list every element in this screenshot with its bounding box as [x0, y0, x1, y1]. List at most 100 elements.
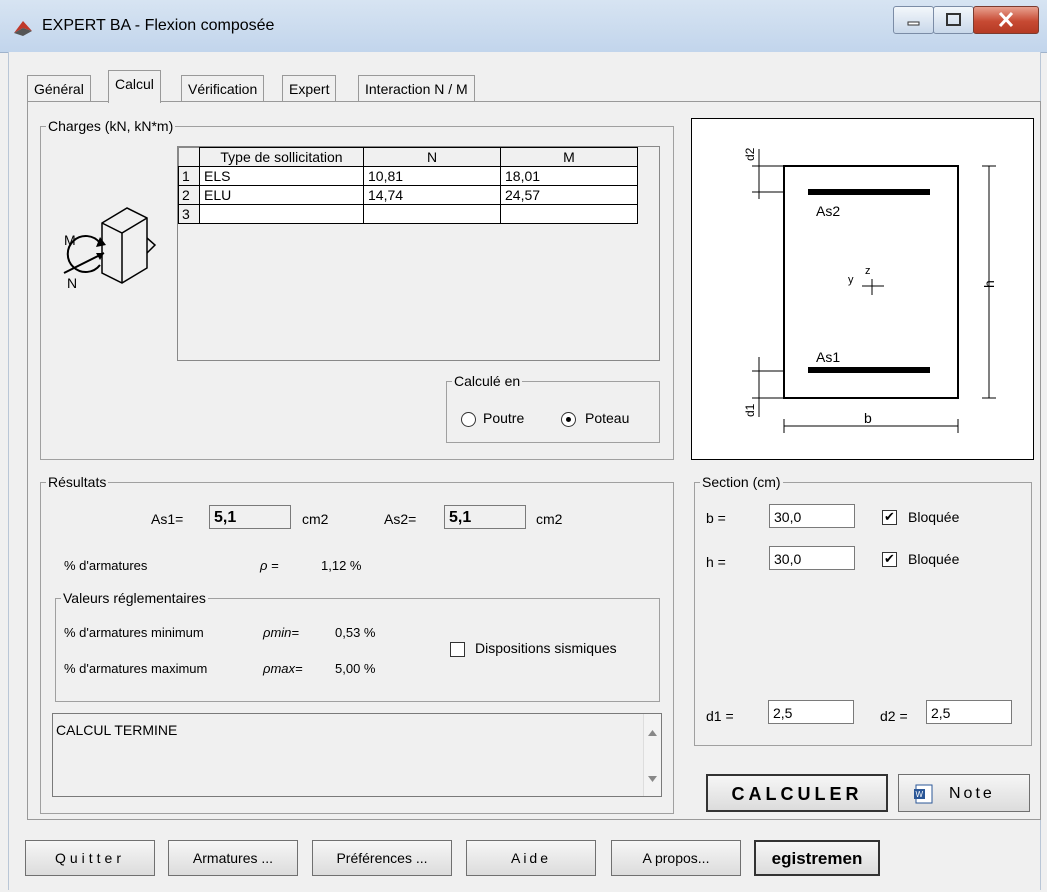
- max-label: % d'armatures maximum: [64, 661, 208, 676]
- as2-result-label: As2=: [384, 511, 417, 527]
- width-label: b: [864, 410, 872, 426]
- aide-button[interactable]: Aide: [466, 840, 596, 876]
- d1-input[interactable]: 2,5: [768, 700, 854, 724]
- table-row[interactable]: 2 ELU 14,74 24,57: [178, 185, 638, 205]
- as1-result-label: As1=: [151, 511, 184, 527]
- charges-grid[interactable]: Type de sollicitation N M 1 ELS 10,81 18…: [177, 146, 660, 361]
- poutre-radio[interactable]: [461, 412, 476, 427]
- tab-label: Calcul: [115, 76, 154, 92]
- tab-label: Vérification: [188, 81, 258, 97]
- b-label: b =: [706, 510, 726, 526]
- preferences-button[interactable]: Préférences ...: [312, 840, 452, 876]
- tab-calcul[interactable]: Calcul: [108, 70, 161, 103]
- as2-label: As2: [816, 203, 840, 219]
- app-logo-icon: [14, 21, 32, 36]
- rho-min-value: 0,53 %: [335, 625, 376, 640]
- moment-label: M: [64, 232, 76, 248]
- rho-min-label: ρmin=: [263, 625, 299, 640]
- svg-text:W: W: [916, 790, 924, 799]
- force-label: N: [67, 275, 77, 291]
- min-label: % d'armatures minimum: [64, 625, 204, 640]
- maximize-button[interactable]: [933, 6, 974, 34]
- col-header-m[interactable]: M: [500, 147, 638, 167]
- cell-m[interactable]: 24,57: [500, 185, 638, 205]
- poutre-label[interactable]: Poutre: [483, 410, 524, 426]
- cell-n[interactable]: [363, 204, 501, 224]
- rho-label: ρ =: [260, 558, 279, 573]
- minimize-button[interactable]: [893, 6, 934, 34]
- as1-result-value: 5,1: [209, 505, 291, 529]
- calcule-en-legend: Calculé en: [454, 373, 521, 389]
- as1-label: As1: [816, 349, 840, 365]
- height-label: h: [981, 280, 997, 288]
- note-label: Note: [949, 785, 995, 802]
- row-number: 2: [178, 185, 200, 205]
- tab-label: Expert: [289, 81, 330, 97]
- row-number: 1: [178, 166, 200, 186]
- tab-label: Général: [34, 81, 84, 97]
- cell-m[interactable]: 18,01: [500, 166, 638, 186]
- poteau-radio[interactable]: [561, 412, 576, 427]
- col-header-type[interactable]: Type de sollicitation: [199, 147, 364, 167]
- as2-unit: cm2: [536, 511, 563, 527]
- window-title: EXPERT BA - Flexion composée: [42, 17, 275, 34]
- b-input[interactable]: 30,0: [769, 504, 855, 528]
- section-legend: Section (cm): [702, 474, 781, 490]
- as2-result-value: 5,1: [444, 505, 526, 529]
- rho-max-value: 5,00 %: [335, 661, 376, 676]
- calcule-en-group: Calculé en: [446, 373, 660, 443]
- poteau-label[interactable]: Poteau: [585, 410, 629, 426]
- charges-legend: Charges (kN, kN*m): [48, 118, 174, 134]
- tab-expert[interactable]: Expert: [282, 75, 337, 102]
- d2-label: d2 =: [880, 708, 908, 724]
- word-document-icon: W: [914, 784, 933, 804]
- as1-unit: cm2: [302, 511, 329, 527]
- row-number: 3: [178, 204, 200, 224]
- table-row[interactable]: 3: [178, 204, 638, 224]
- tab-verification[interactable]: Vérification: [181, 75, 265, 102]
- col-header-n[interactable]: N: [363, 147, 501, 167]
- b-locked-label[interactable]: Bloquée: [908, 509, 959, 525]
- checkmark-icon: ✔: [884, 551, 895, 566]
- calculer-button[interactable]: CALCULER: [706, 774, 888, 812]
- table-row[interactable]: 1 ELS 10,81 18,01: [178, 166, 638, 186]
- cell-type[interactable]: ELU: [199, 185, 364, 205]
- cell-n[interactable]: 14,74: [363, 185, 501, 205]
- title-bar[interactable]: EXPERT BA - Flexion composée: [0, 0, 1047, 53]
- tab-interaction[interactable]: Interaction N / M: [358, 75, 475, 102]
- section-forces-icon: M N: [63, 207, 157, 291]
- y-axis-label: y: [848, 274, 854, 286]
- quitter-button[interactable]: Quitter: [25, 840, 155, 876]
- h-input[interactable]: 30,0: [769, 546, 855, 570]
- section-diagram: y z As2 As1 h b d2 d1: [691, 118, 1034, 460]
- enregistrement-button[interactable]: egistremen: [754, 840, 880, 876]
- h-locked-checkbox[interactable]: ✔: [882, 552, 897, 567]
- status-textarea[interactable]: CALCUL TERMINE: [52, 713, 662, 797]
- status-text: CALCUL TERMINE: [56, 722, 178, 738]
- note-button[interactable]: W Note: [898, 774, 1030, 812]
- tab-general[interactable]: Général: [27, 75, 91, 102]
- cell-type[interactable]: ELS: [199, 166, 364, 186]
- checkmark-icon: ✔: [884, 509, 895, 524]
- rho-max-label: ρmax=: [263, 661, 303, 676]
- cell-n[interactable]: 10,81: [363, 166, 501, 186]
- minimize-icon: [907, 21, 920, 26]
- sismique-checkbox[interactable]: [450, 642, 465, 657]
- close-icon: [998, 11, 1014, 28]
- cell-type[interactable]: [199, 204, 364, 224]
- h-locked-label[interactable]: Bloquée: [908, 551, 959, 567]
- d2-input[interactable]: 2,5: [926, 700, 1012, 724]
- d1-diagram-label: d1: [743, 403, 757, 417]
- status-scrollbar[interactable]: [643, 714, 661, 796]
- close-button[interactable]: [973, 6, 1039, 34]
- apropos-button[interactable]: A propos...: [611, 840, 741, 876]
- armatures-button[interactable]: Armatures ...: [168, 840, 298, 876]
- maximize-icon: [946, 13, 961, 26]
- pct-armatures-label: % d'armatures: [64, 558, 148, 573]
- sismique-label[interactable]: Dispositions sismiques: [475, 640, 617, 656]
- grid-corner: [178, 147, 200, 167]
- resultats-legend: Résultats: [48, 474, 107, 490]
- b-locked-checkbox[interactable]: ✔: [882, 510, 897, 525]
- cell-m[interactable]: [500, 204, 638, 224]
- valeurs-reglementaires-legend: Valeurs réglementaires: [63, 590, 206, 606]
